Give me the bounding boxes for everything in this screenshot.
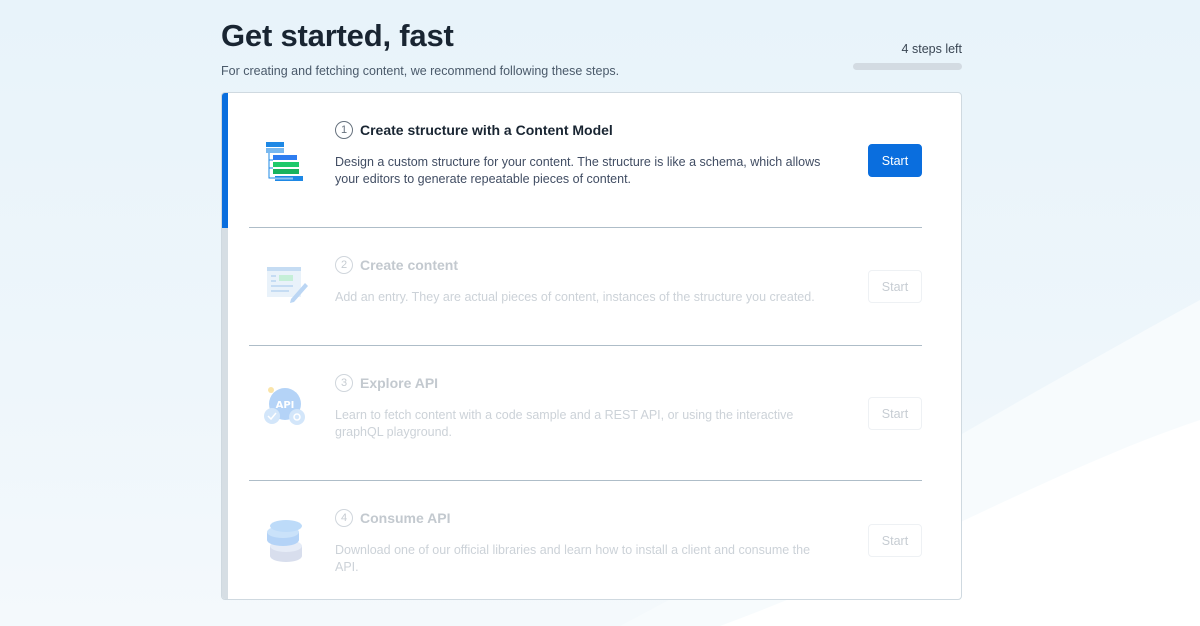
step-number-badge: 1 (335, 121, 353, 139)
step-title: Create structure with a Content Model (360, 122, 613, 138)
create-content-icon (267, 267, 308, 303)
step-title: Create content (360, 257, 459, 273)
start-content-model-button[interactable]: Start (868, 144, 922, 177)
step-create-content: 2 Create content Add an entry. They are … (249, 227, 922, 345)
step-description: Design a custom structure for your conte… (335, 155, 821, 186)
svg-text:API: API (276, 400, 295, 411)
steps-card: 1 Create structure with a Content Model … (221, 92, 962, 600)
step-number-badge: 2 (335, 256, 353, 274)
step-heading: 3 Explore API (335, 374, 438, 392)
step-number-badge: 4 (335, 509, 353, 527)
start-explore-api-button[interactable]: Start (868, 397, 922, 430)
get-started-panel: Get started, fast For creating and fetch… (221, 0, 962, 600)
step-create-content-model: 1 Create structure with a Content Model … (249, 93, 922, 228)
step-number-badge: 3 (335, 374, 353, 392)
step-heading: 2 Create content (335, 256, 458, 274)
database-icon (267, 520, 302, 562)
header: Get started, fast For creating and fetch… (221, 0, 962, 92)
progress-track (853, 63, 962, 70)
step-explore-api: API 3 Explore API Learn to fetch content… (249, 345, 922, 480)
api-icon: API (264, 387, 305, 425)
page-subtitle: For creating and fetching content, we re… (221, 64, 620, 78)
step-description: Add an entry. They are actual pieces of … (335, 290, 815, 304)
progress-indicator: 4 steps left (853, 42, 962, 70)
step-title: Explore API (360, 375, 439, 391)
step-heading: 1 Create structure with a Content Model (335, 121, 613, 139)
step-title: Consume API (360, 510, 451, 526)
steps-left-label: 4 steps left (901, 42, 962, 56)
step-description: Learn to fetch content with a code sampl… (335, 408, 794, 439)
start-consume-api-button[interactable]: Start (868, 524, 922, 557)
step-consume-api: 4 Consume API Download one of our offici… (249, 480, 922, 599)
active-step-indicator (222, 93, 228, 228)
step-description: Download one of our official libraries a… (335, 543, 811, 574)
start-create-content-button[interactable]: Start (868, 270, 922, 303)
content-model-icon (266, 142, 303, 181)
page-title: Get started, fast (221, 18, 454, 53)
step-heading: 4 Consume API (335, 509, 451, 527)
